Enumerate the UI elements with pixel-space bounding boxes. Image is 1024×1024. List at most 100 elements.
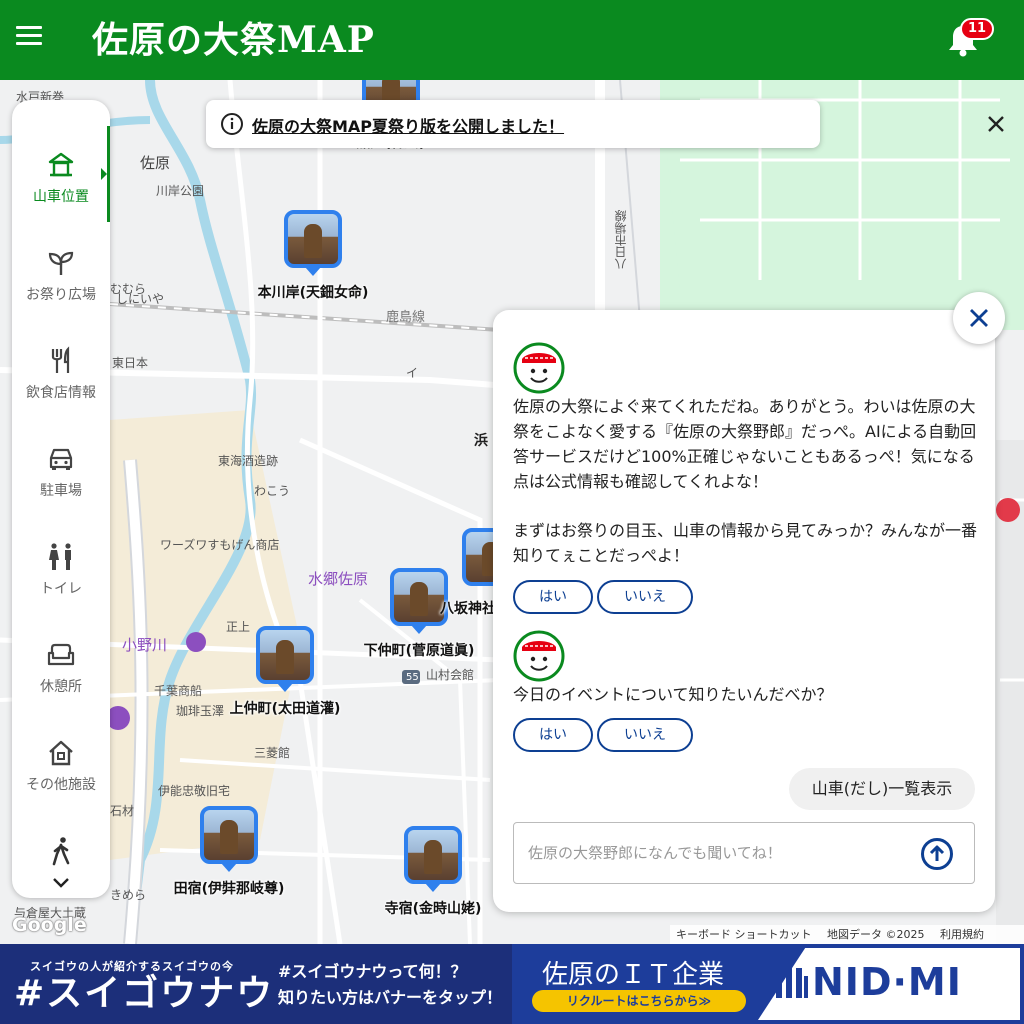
map-label: きめら — [110, 888, 147, 902]
float-marker[interactable]: 寺宿(金時山姥) — [385, 826, 481, 917]
float-label: 上仲町(太田道灌) — [229, 701, 341, 717]
no-button[interactable]: いいえ — [597, 580, 693, 614]
map-label: 正上 — [226, 620, 251, 634]
mascot-avatar-icon — [513, 630, 565, 682]
map-label: イ — [406, 366, 419, 380]
map-data-text: 地図データ ©2025 — [827, 928, 925, 941]
sidebar-item-other-facilities[interactable]: その他施設 — [12, 714, 110, 812]
announcement-link[interactable]: 佐原の大祭MAP夏祭り版を公開しました！ — [252, 113, 564, 137]
map-attribution: キーボード ショートカット 地図データ ©2025 利用規約 — [670, 925, 1024, 944]
walking-icon — [52, 837, 70, 866]
map-label: 川岸公園 — [156, 184, 205, 198]
map-label: 千葉商船 — [154, 684, 203, 698]
map-label: 佐原 — [140, 154, 171, 172]
map-label: 東海酒造跡 — [218, 454, 279, 468]
terms-link[interactable]: 利用規約 — [940, 928, 984, 941]
map-label: 浜 — [474, 433, 488, 449]
map-label: 八日市場線 — [614, 210, 628, 270]
category-sidebar: 山車位置 お祭り広場 飲食店情報 駐車場 トイレ 休憩所 その他施設 — [12, 100, 110, 898]
suigo-now-banner[interactable]: スイゴウの人が紹介するスイゴウの今 #スイゴウナウ #スイゴウナウって何！？ 知… — [0, 944, 512, 1024]
sprout-icon — [48, 251, 74, 275]
float-photo — [404, 826, 462, 884]
info-icon — [221, 113, 243, 135]
sidebar-item-label: 休憩所 — [40, 679, 82, 695]
app: 佐原の大祭MAP 11 水戸新巻 佐原 川岸公園 むむら しにいや 東日本 鹿島… — [0, 0, 1024, 1024]
company-logo-mark-icon — [776, 968, 808, 998]
float-marker[interactable]: 上仲町(太田道灌) — [230, 626, 340, 717]
company-logo: NID·MI — [812, 960, 962, 1004]
chat-panel: 佐原の大祭によぐ来てくれただね。ありがとう。わいは佐原の大祭をこよなく愛する『佐… — [493, 310, 995, 912]
banner-title: 佐原のＩＴ企業 — [542, 960, 725, 990]
app-title: 佐原の大祭MAP — [92, 19, 375, 61]
float-marker[interactable]: 本川岸(天鈿女命) — [258, 210, 368, 301]
close-icon — [970, 309, 988, 327]
bot-message: まずはお祭りの目玉、山車の情報から見てみっか？みんなが一番知りてぇことだっぺよ！ — [513, 521, 978, 565]
sidebar-item-walking[interactable] — [12, 812, 110, 872]
float-marker[interactable]: 田宿(伊弉那岐尊) — [174, 806, 284, 897]
float-label: 本川岸(天鈿女命) — [257, 285, 369, 301]
map-label: しにいや — [116, 292, 165, 306]
chat-close-button[interactable] — [953, 292, 1005, 344]
banner-text: 知りたい方はバナーをタップ！ — [278, 988, 503, 1007]
sidebar-item-rest-area[interactable]: 休憩所 — [12, 616, 110, 714]
sidebar-item-floats[interactable]: 山車位置 — [12, 126, 110, 224]
float-photo — [200, 806, 258, 864]
float-label: 田宿(伊弉那岐尊) — [173, 881, 285, 897]
route-shield: 55 — [406, 672, 419, 683]
yes-button[interactable]: はい — [513, 718, 593, 752]
sidebar-item-label: 駐車場 — [40, 483, 82, 499]
map-label: 鹿島線 — [386, 310, 426, 325]
sidebar-item-toilets[interactable]: トイレ — [12, 518, 110, 616]
close-icon[interactable] — [984, 112, 1008, 136]
map-label: 山村会館 — [426, 668, 475, 682]
mascot-avatar-icon — [513, 342, 565, 394]
map-label: わこう — [254, 484, 291, 498]
house-icon — [49, 740, 73, 766]
sidebar-item-festival-square[interactable]: お祭り広場 — [12, 224, 110, 322]
sidebar-item-label: 飲食店情報 — [26, 385, 96, 401]
sidebar-item-label: お祭り広場 — [26, 287, 96, 303]
notification-badge: 11 — [960, 18, 995, 40]
car-icon — [49, 448, 73, 470]
float-label: 寺宿(金時山姥) — [384, 901, 482, 917]
yes-button[interactable]: はい — [513, 580, 593, 614]
float-label: 下仲町(菅原道眞) — [363, 643, 475, 659]
chevron-down-icon[interactable] — [48, 874, 74, 892]
float-photo — [256, 626, 314, 684]
map-label: 東日本 — [112, 356, 149, 370]
no-button[interactable]: いいえ — [597, 718, 693, 752]
map-label: 伊能忠敬旧宅 — [158, 784, 231, 798]
sidebar-item-label: トイレ — [40, 581, 82, 597]
chat-input[interactable] — [528, 839, 908, 867]
map-label: 小野川 — [122, 636, 168, 654]
recruit-banner[interactable]: 佐原のＩＴ企業 リクルートはこちらから≫ NID·MI — [512, 944, 1024, 1024]
banner-hashtag: #スイゴウナウ — [14, 973, 275, 1014]
sofa-icon — [47, 643, 75, 666]
map-label: 水郷佐原 — [308, 570, 369, 588]
chat-input-box — [513, 822, 975, 884]
keyboard-shortcuts-link[interactable]: キーボード ショートカット — [676, 928, 812, 941]
float-list-suggestion-button[interactable]: 山車(だし)一覧表示 — [789, 768, 975, 810]
restroom-icon — [49, 543, 71, 570]
banner-text: #スイゴウナウって何！？ — [278, 962, 467, 981]
announcement-bar: 佐原の大祭MAP夏祭り版を公開しました！ — [206, 100, 1004, 148]
map-label: 三菱館 — [254, 746, 291, 760]
bot-message: 今日のイベントについて知りたいんだべか？ — [513, 685, 833, 704]
bot-message: 佐原の大祭によぐ来てくれただね。ありがとう。わいは佐原の大祭をこよなく愛する『佐… — [513, 397, 977, 491]
map-label: ワーズワすもげん商店 — [160, 538, 280, 552]
float-photo — [284, 210, 342, 268]
map-label: 石材 — [110, 804, 135, 818]
menu-icon[interactable] — [16, 26, 42, 52]
app-header: 佐原の大祭MAP 11 — [0, 0, 1024, 80]
sidebar-item-parking[interactable]: 駐車場 — [12, 420, 110, 518]
float-label: 八坂神社 — [440, 601, 496, 617]
send-arrow-icon[interactable] — [920, 837, 954, 871]
fork-knife-icon — [51, 346, 70, 373]
google-logo: Google — [12, 914, 87, 936]
sidebar-item-label: 山車位置 — [33, 189, 89, 205]
sidebar-item-restaurants[interactable]: 飲食店情報 — [12, 322, 110, 420]
map-label: 珈琲玉澤 — [176, 704, 225, 718]
sidebar-item-label: その他施設 — [26, 777, 96, 793]
recruit-button: リクルートはこちらから≫ — [532, 990, 746, 1012]
shrine-icon — [48, 152, 74, 177]
